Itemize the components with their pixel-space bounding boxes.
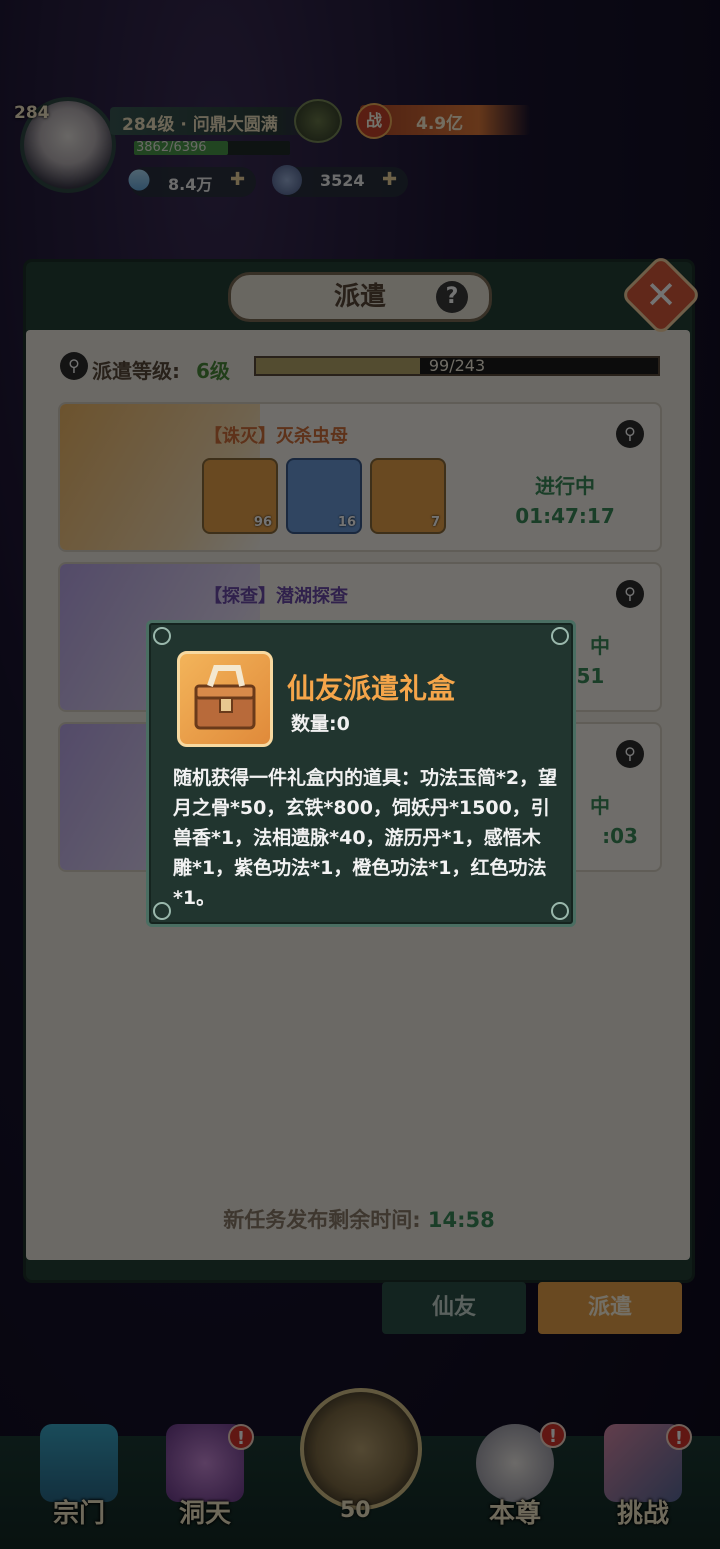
player-status-bar: 284 284级 · 问鼎大圆满 战 4.9亿 3862/6396 8.4万 ✚… [0,95,720,205]
corner-ornament [153,902,171,920]
tooltip-item-name: 仙友派遣礼盒 [287,672,456,705]
close-icon[interactable]: ✕ [632,266,690,324]
center-orb-button[interactable] [300,1388,422,1510]
item-count: 16 [337,515,356,530]
coin-value: 3524 [320,171,365,190]
new-task-time: 14:58 [427,1208,495,1232]
item-tooltip: 仙友派遣礼盒 数量:0 随机获得一件礼盒内的道具：功法玉简*2，望月之骨*50，… [146,620,576,927]
power-icon: 战 [356,103,392,139]
search-icon[interactable]: ⚲ [60,352,88,380]
pavilion-icon [40,1424,118,1502]
item-count: 7 [430,515,440,530]
mission-search-icon[interactable]: ⚲ [616,740,644,768]
nav-label: 洞天 [178,1499,231,1529]
new-task-timer: 新任务发布剩余时间: 14:58 [26,1204,692,1234]
reward-giftbox-item[interactable]: 7 [370,458,446,534]
nav-label: 本尊 [488,1499,541,1529]
mission-search-icon[interactable]: ⚲ [616,580,644,608]
mission-card[interactable]: 【诛灭】灭杀虫母 ⚲ 96 16 7 进行中 01:47:17 [58,402,662,552]
diamond-add-button[interactable]: ✚ [230,169,245,190]
tooltip-description: 随机获得一件礼盒内的道具：功法玉简*2，望月之骨*50，玄铁*800，饲妖丹*1… [173,767,558,909]
help-icon[interactable]: ? [436,281,468,313]
reward-coin-item[interactable]: 96 [202,458,278,534]
corner-ornament [153,627,171,645]
mission-timer: 01:47:17 [515,504,615,528]
coin-icon [272,165,302,195]
giftbox-icon [177,651,273,747]
exp-text: 3862/6396 [136,140,207,155]
tab-dispatch[interactable]: 派遣 [538,1282,682,1334]
power-value: 4.9亿 [416,114,464,134]
item-count: 96 [253,515,272,530]
corner-ornament [551,627,569,645]
mission-title: 【诛灭】灭杀虫母 [204,426,348,447]
avatar-level: 284 [14,103,50,123]
tab-friends[interactable]: 仙友 [382,1282,526,1334]
mission-timer: :03 [602,824,638,848]
nav-challenge[interactable]: 挑战 ! [588,1416,698,1536]
nav-sect[interactable]: 宗门 [24,1416,134,1536]
nav-self[interactable]: 本尊 ! [460,1416,570,1536]
orb-count: 50 [340,1498,371,1523]
alert-badge: ! [228,1424,254,1450]
new-task-label: 新任务发布剩余时间: [223,1208,421,1232]
mission-status: 进行中 [535,474,595,498]
alert-badge: ! [540,1422,566,1448]
dispatch-level-value: 6级 [196,359,230,383]
giftbox-drawing [194,665,256,730]
nav-label: 挑战 [616,1499,669,1529]
reward-flower-item[interactable]: 16 [286,458,362,534]
dispatch-level-label: 派遣等级: [92,359,180,383]
coin-add-button[interactable]: ✚ [382,169,397,190]
player-name: 284级 · 问鼎大圆满 [122,115,278,135]
nav-cave[interactable]: 洞天 ! [150,1416,260,1536]
nav-label: 宗门 [52,1499,105,1529]
tooltip-quantity: 数量:0 [291,713,350,735]
alert-badge: ! [666,1424,692,1450]
mission-search-icon[interactable]: ⚲ [616,420,644,448]
dispatch-level-progress: 99/243 [428,356,486,375]
mission-title: 【探查】潜湖探查 [204,586,348,607]
diamond-value: 8.4万 [168,175,213,194]
cauldron-icon[interactable] [294,99,342,143]
